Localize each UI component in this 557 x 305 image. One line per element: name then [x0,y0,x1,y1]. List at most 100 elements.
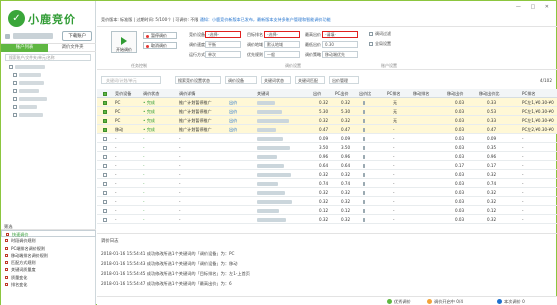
tree-row[interactable] [5,103,93,111]
bid-region-select[interactable]: 默认地域 [264,41,300,48]
cell-action-link[interactable]: 出价 [229,125,241,134]
row-checkbox[interactable] [103,217,107,222]
row-checkbox[interactable] [103,172,107,177]
tree-checkbox[interactable] [13,72,17,77]
row-checkbox[interactable] [103,100,107,105]
filter-item[interactable]: 关键词质量度 [1,266,96,273]
table-row[interactable]: - - - 0.09 0.09 - 0.03 0.09 - [97,134,557,143]
cell-action-link[interactable] [229,197,241,206]
cell-action-link[interactable] [229,206,241,215]
table-row[interactable]: - - - 0.32 0.32 - 0.03 0.32 - [97,197,557,206]
filter-item[interactable]: 质量变化 [1,274,96,281]
cell-action-link[interactable]: 出价 [229,116,241,125]
cell-mob-bid: 0.03 [455,172,465,177]
target-rank-select[interactable]: -选择- [264,31,300,38]
priority-select[interactable]: 一般 [264,51,300,58]
cell-action-link[interactable] [229,161,241,170]
tab-account-list[interactable]: 账户列表 [1,44,48,52]
table-row[interactable]: PC • 完成 推广计划暂停推广 出价 5.30 5.30 无 0.03 0.53 PC左1,¥0… [97,107,557,116]
table-row[interactable]: - - - 0.64 0.64 - 0.17 0.17 - [97,161,557,170]
bid-device-filter-select[interactable]: 调价设备 [225,76,257,84]
cancel-bid-button[interactable]: 取消调价 [143,42,177,49]
max-bid-input[interactable]: -请填- [322,31,358,38]
filter-item[interactable]: 匹配方式规则 [1,259,96,266]
sidebar-search-input[interactable]: 搜索账户/文件夹/单元/名称 [5,54,91,61]
adjust-strategy-select[interactable]: 移动端优先 [322,51,358,58]
tree-checkbox[interactable] [13,104,17,109]
min-bid-input[interactable]: 0.30 [322,41,358,48]
tree-row[interactable] [5,95,93,103]
cell-pc-bid: 0.96 [341,154,351,159]
pause-bid-button[interactable]: 暂停调价 [143,32,177,39]
tree-checkbox[interactable] [13,96,17,101]
row-checkbox[interactable] [103,145,107,150]
tab-bid-folders[interactable]: 调价文件夹 [49,44,96,52]
keyword-filter-option[interactable]: 调词过滤 [369,31,391,37]
row-checkbox[interactable] [103,190,107,195]
cell-action-link[interactable] [229,215,241,224]
start-bid-button[interactable]: 开始调价 [111,31,137,53]
row-checkbox[interactable] [103,163,107,168]
notice-link[interactable]: 通知：小鹿竞价新版本已发布，最新版本支持多账户管理和智能调价功能 [200,17,331,22]
tree-row[interactable] [5,111,93,119]
run-mode-select[interactable]: 单次 [205,51,241,58]
bid-manage-select[interactable]: 出价管理 [329,76,359,84]
row-checkbox[interactable] [103,154,107,159]
cell-rank: 无 [393,109,398,114]
tree-checkbox[interactable] [9,64,13,69]
cell-action-link[interactable] [229,152,241,161]
cell-bid: 5.30 [319,109,329,114]
filter-item[interactable]: 排名变化 [1,281,96,288]
tree-row[interactable] [5,79,93,87]
table-row[interactable]: - - - 0.74 0.74 - 0.03 0.74 - [97,179,557,188]
tree-checkbox[interactable] [13,112,17,117]
tree-label-blurred [19,96,47,101]
table-row[interactable]: PC • 完成 推广计划暂停推广 出价 0.32 0.32 无 0.03 0.33 PC左1,¥0… [97,98,557,107]
tree-row[interactable] [5,71,93,79]
filter-item-quick-bid[interactable]: 快速调价 [1,230,96,238]
cell-mob-bid: 0.03 [455,190,465,195]
table-row[interactable]: - - - 0.12 0.12 - 0.03 0.12 - [97,206,557,215]
global-settings-option[interactable]: 全局设置 [369,41,391,47]
cell-action-link[interactable] [229,188,241,197]
bid-device-select[interactable]: -选择- [205,31,241,38]
tree-label-blurred [19,80,44,85]
cell-action-link[interactable]: 出价 [229,107,241,116]
row-checkbox[interactable] [103,208,107,213]
cell-detail: - [179,208,181,213]
phone-icon [363,143,373,152]
download-account-button[interactable]: 下载账户 [62,31,92,41]
table-row[interactable]: - - - 0.32 0.32 - 0.03 0.32 - [97,188,557,197]
filter-item[interactable]: 时段调价规则 [1,237,96,244]
bid-status-select[interactable]: 搜索竞价设置状态 [175,76,221,84]
table-row[interactable]: - - - 0.96 0.96 - 0.03 0.96 - [97,152,557,161]
select-all-checkbox[interactable] [103,91,107,96]
row-checkbox[interactable] [103,181,107,186]
table-row[interactable]: - - - 3.50 3.50 - 0.03 0.35 - [97,143,557,152]
window-controls-icon[interactable]: — □ ✕ [516,4,553,10]
tree-checkbox[interactable] [13,80,17,85]
tree-row[interactable] [5,63,93,71]
filter-item[interactable]: 移动端排名调价规则 [1,252,96,259]
table-row[interactable]: PC • 完成 推广计划暂停推广 出价 0.32 0.32 无 0.03 0.33 PC左1,¥0… [97,116,557,125]
row-checkbox[interactable] [103,127,107,132]
cell-action-link[interactable]: 出价 [229,98,241,107]
table-row[interactable]: - - - 0.32 0.32 - 0.03 0.32 - [97,215,557,224]
adjust-speed-select[interactable]: 平衡 [205,41,241,48]
cell-action-link[interactable] [229,179,241,188]
row-checkbox[interactable] [103,109,107,114]
keyword-status-select[interactable]: 关键词状态 [261,76,291,84]
table-row[interactable]: - - - 0.32 0.32 - 0.03 0.32 - [97,170,557,179]
row-checkbox[interactable] [103,118,107,123]
keyword-search-input[interactable]: 关键词/计划/单元 [101,76,161,84]
cell-action-link[interactable] [229,143,241,152]
tree-checkbox[interactable] [13,88,17,93]
cell-action-link[interactable] [229,134,241,143]
filter-item[interactable]: PC端排名调价规则 [1,245,96,252]
row-checkbox[interactable] [103,136,107,141]
row-checkbox[interactable] [103,199,107,204]
cell-action-link[interactable] [229,170,241,179]
table-row[interactable]: 移动 • 完成 推广计划暂停推广 出价 0.47 0.47 - 0.03 0.47 PC左2,¥0… [97,125,557,134]
tree-row[interactable] [5,87,93,95]
keyword-match-select[interactable]: 关键词匹配 [295,76,325,84]
